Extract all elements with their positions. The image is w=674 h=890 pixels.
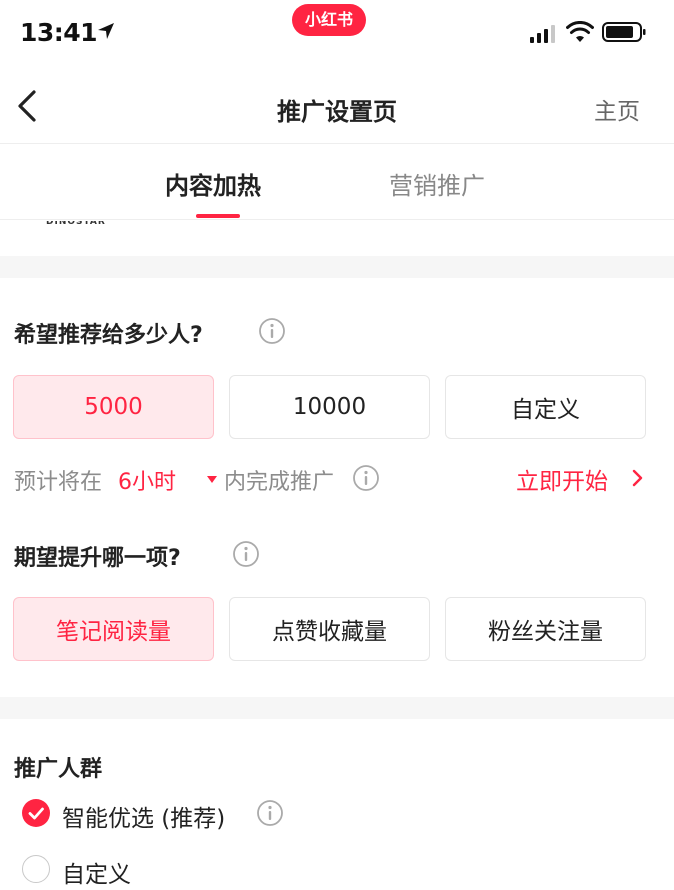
active-tab-indicator: [196, 214, 240, 218]
estimate-suffix: 内完成推广: [224, 470, 335, 495]
info-circle-icon[interactable]: [352, 464, 380, 492]
radio-label-smart: 智能优选 (推荐): [62, 806, 226, 832]
info-circle-icon[interactable]: [258, 317, 286, 345]
info-circle-icon[interactable]: [256, 799, 284, 827]
app-badge: 小红书: [292, 4, 366, 36]
radio-unchecked[interactable]: [22, 855, 50, 883]
section-gap: [0, 697, 674, 719]
audience-targeting-title: 推广人群: [14, 757, 103, 782]
tab-content-boost[interactable]: 内容加热: [165, 166, 261, 201]
audience-option-5000[interactable]: 5000: [13, 375, 214, 439]
start-now-link[interactable]: 立即开始: [516, 462, 608, 496]
radio-checked[interactable]: [22, 799, 50, 827]
goal-option-followers[interactable]: 粉丝关注量: [445, 597, 646, 661]
clipped-logo-text: DINOSTAR: [46, 221, 106, 227]
radio-custom[interactable]: 自定义: [22, 855, 222, 890]
status-bar: 13:41 小红书: [0, 0, 674, 68]
duration-dropdown[interactable]: 6小时: [118, 464, 176, 496]
page-title: 推广设置页: [277, 98, 397, 126]
location-arrow-icon: [98, 23, 114, 39]
goal-title: 期望提升哪一项?: [14, 546, 181, 571]
info-circle-icon[interactable]: [232, 540, 260, 568]
section-gap: [0, 256, 674, 278]
tab-marketing-promotion[interactable]: 营销推广: [389, 166, 485, 201]
check-icon: [28, 807, 44, 820]
home-link[interactable]: 主页: [594, 92, 640, 126]
radio-smart-selection[interactable]: 智能优选 (推荐): [22, 799, 322, 839]
audience-size-title: 希望推荐给多少人?: [14, 323, 203, 348]
battery-icon: [602, 22, 646, 42]
goal-option-likes-saves[interactable]: 点赞收藏量: [229, 597, 430, 661]
radio-label-custom: 自定义: [62, 862, 131, 888]
goal-option-reads[interactable]: 笔记阅读量: [13, 597, 214, 661]
nav-bar: 推广设置页 主页: [0, 68, 674, 144]
audience-option-custom[interactable]: 自定义: [445, 375, 646, 439]
estimate-prefix: 预计将在: [14, 470, 103, 495]
audience-option-10000[interactable]: 10000: [229, 375, 430, 439]
cellular-signal-icon: [530, 25, 555, 43]
triangle-down-icon[interactable]: [207, 476, 217, 483]
tab-bar: 内容加热 营销推广: [0, 144, 674, 220]
chevron-right-icon[interactable]: [630, 466, 646, 490]
tab-divider: [0, 219, 674, 220]
wifi-icon: [566, 21, 594, 42]
status-time: 13:41: [20, 18, 98, 47]
